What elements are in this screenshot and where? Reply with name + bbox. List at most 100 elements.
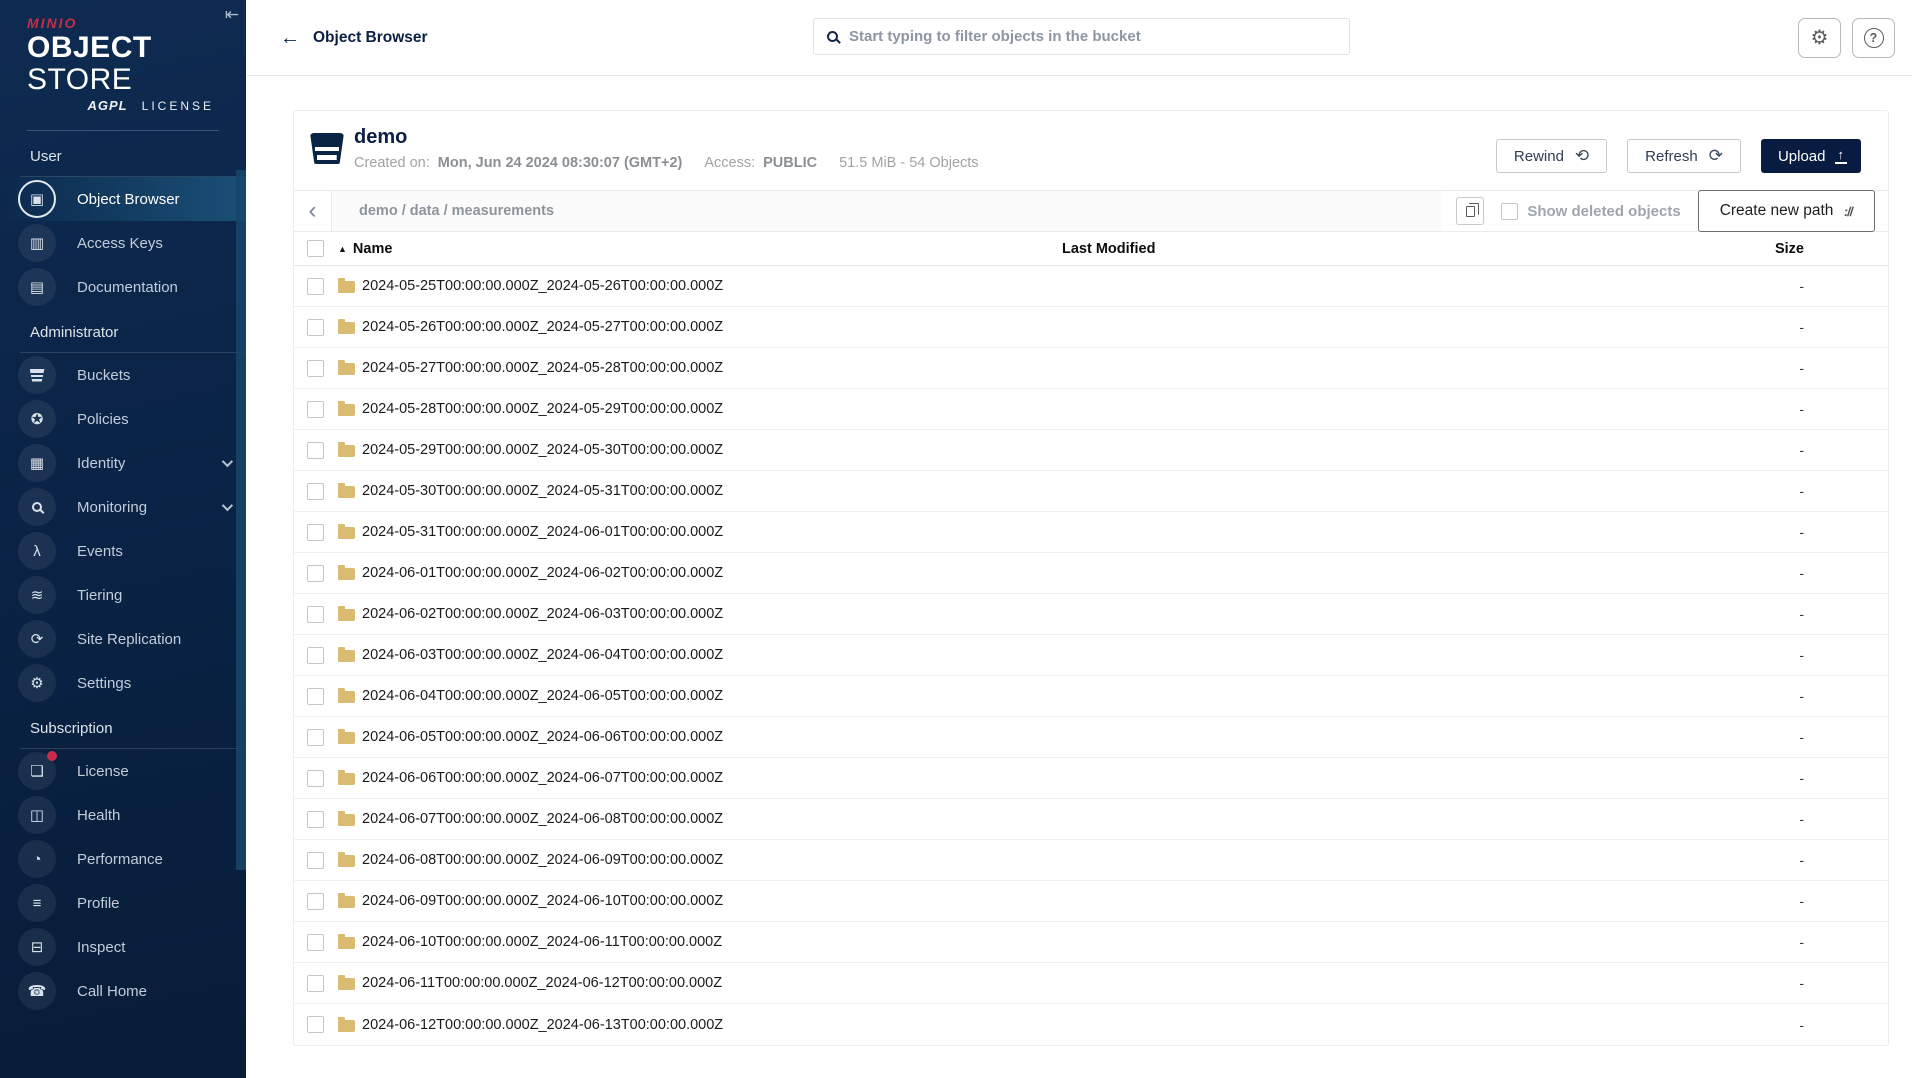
object-name[interactable]: 2024-06-11T00:00:00.000Z_2024-06-12T00:0… [362, 975, 722, 991]
create-new-path-button[interactable]: Create new path:// [1697, 190, 1875, 232]
table-row[interactable]: 2024-06-04T00:00:00.000Z_2024-06-05T00:0… [294, 676, 1888, 717]
row-name-cell: 2024-05-28T00:00:00.000Z_2024-05-29T00:0… [338, 401, 1062, 417]
collapse-sidebar-icon[interactable]: ⇤ [225, 5, 239, 25]
row-checkbox[interactable] [307, 359, 324, 377]
table-row[interactable]: 2024-06-06T00:00:00.000Z_2024-06-07T00:0… [294, 758, 1888, 799]
row-checkbox[interactable] [307, 851, 324, 869]
row-checkbox[interactable] [307, 523, 324, 541]
row-checkbox[interactable] [307, 933, 324, 951]
license-icon: ❏ [18, 751, 57, 790]
table-row[interactable]: 2024-05-28T00:00:00.000Z_2024-05-29T00:0… [294, 389, 1888, 430]
sidebar-item-policies[interactable]: ✪ Policies [0, 397, 246, 441]
object-name[interactable]: 2024-05-31T00:00:00.000Z_2024-06-01T00:0… [362, 524, 723, 540]
table-row[interactable]: 2024-05-31T00:00:00.000Z_2024-06-01T00:0… [294, 512, 1888, 553]
copy-path-button[interactable] [1456, 197, 1485, 225]
table-row[interactable]: 2024-06-05T00:00:00.000Z_2024-06-06T00:0… [294, 717, 1888, 758]
object-name[interactable]: 2024-06-09T00:00:00.000Z_2024-06-10T00:0… [362, 893, 723, 909]
table-row[interactable]: 2024-06-01T00:00:00.000Z_2024-06-02T00:0… [294, 553, 1888, 594]
object-name[interactable]: 2024-06-03T00:00:00.000Z_2024-06-04T00:0… [362, 647, 723, 663]
sidebar-item-performance[interactable]: ◔ Performance [0, 837, 246, 881]
search-input[interactable] [849, 28, 1336, 45]
sidebar-item-documentation[interactable]: ▤ Documentation [0, 265, 246, 309]
sidebar-item-site-replication[interactable]: ⟳ Site Replication [0, 617, 246, 661]
table-row[interactable]: 2024-06-03T00:00:00.000Z_2024-06-04T00:0… [294, 635, 1888, 676]
table-row[interactable]: 2024-06-08T00:00:00.000Z_2024-06-09T00:0… [294, 840, 1888, 881]
show-deleted-toggle: Show deleted objects [1501, 202, 1681, 220]
help-button[interactable]: ? [1852, 17, 1895, 58]
table-row[interactable]: 2024-05-26T00:00:00.000Z_2024-05-27T00:0… [294, 307, 1888, 348]
sidebar-item-buckets[interactable]: Buckets [0, 353, 246, 397]
table-row[interactable]: 2024-05-25T00:00:00.000Z_2024-05-26T00:0… [294, 266, 1888, 307]
breadcrumb[interactable]: demo / data / measurements [332, 191, 1443, 231]
table-row[interactable]: 2024-05-30T00:00:00.000Z_2024-05-31T00:0… [294, 471, 1888, 512]
table-row[interactable]: 2024-05-27T00:00:00.000Z_2024-05-28T00:0… [294, 348, 1888, 389]
product-name-light: STORE [27, 62, 133, 96]
sidebar-item-license[interactable]: ❏ License [0, 749, 246, 793]
row-size: - [1799, 770, 1804, 786]
row-checkbox[interactable] [307, 728, 324, 746]
back-arrow-icon[interactable]: ← [280, 28, 300, 48]
sidebar-item-events[interactable]: λ Events [0, 529, 246, 573]
row-checkbox[interactable] [307, 441, 324, 459]
show-deleted-checkbox[interactable] [1501, 202, 1519, 220]
object-name[interactable]: 2024-05-28T00:00:00.000Z_2024-05-29T00:0… [362, 401, 723, 417]
sidebar-item-health[interactable]: ◫ Health [0, 793, 246, 837]
table-row[interactable]: 2024-06-07T00:00:00.000Z_2024-06-08T00:0… [294, 799, 1888, 840]
table-row[interactable]: 2024-06-09T00:00:00.000Z_2024-06-10T00:0… [294, 881, 1888, 922]
object-name[interactable]: 2024-06-01T00:00:00.000Z_2024-06-02T00:0… [362, 565, 723, 581]
object-name[interactable]: 2024-05-29T00:00:00.000Z_2024-05-30T00:0… [362, 442, 723, 458]
table-row[interactable]: 2024-06-12T00:00:00.000Z_2024-06-13T00:0… [294, 1004, 1888, 1045]
sidebar-item-access-keys[interactable]: ▥ Access Keys [0, 221, 246, 265]
table-row[interactable]: 2024-06-11T00:00:00.000Z_2024-06-12T00:0… [294, 963, 1888, 1004]
row-checkbox[interactable] [307, 318, 324, 336]
settings-button[interactable]: ⚙ [1798, 17, 1841, 58]
bucket-shape [29, 368, 45, 382]
object-name[interactable]: 2024-05-26T00:00:00.000Z_2024-05-27T00:0… [362, 319, 723, 335]
sidebar-item-object-browser[interactable]: ▣ Object Browser [0, 177, 246, 221]
row-checkbox[interactable] [307, 646, 324, 664]
row-name-cell: 2024-05-30T00:00:00.000Z_2024-05-31T00:0… [338, 483, 1062, 499]
object-name[interactable]: 2024-05-25T00:00:00.000Z_2024-05-26T00:0… [362, 278, 723, 294]
object-name[interactable]: 2024-06-08T00:00:00.000Z_2024-06-09T00:0… [362, 852, 723, 868]
row-checkbox[interactable] [307, 277, 324, 295]
row-checkbox[interactable] [307, 400, 324, 418]
sidebar-item-profile[interactable]: ≡ Profile [0, 881, 246, 925]
table-row[interactable]: 2024-06-02T00:00:00.000Z_2024-06-03T00:0… [294, 594, 1888, 635]
path-back-chevron[interactable]: ‹ [294, 191, 332, 231]
row-checkbox[interactable] [307, 687, 324, 705]
sidebar-item-identity[interactable]: ▦ Identity [0, 441, 246, 485]
object-name[interactable]: 2024-06-10T00:00:00.000Z_2024-06-11T00:0… [362, 934, 722, 950]
object-name[interactable]: 2024-06-07T00:00:00.000Z_2024-06-08T00:0… [362, 811, 723, 827]
row-checkbox[interactable] [307, 482, 324, 500]
sidebar-scrollbar[interactable] [236, 170, 246, 870]
object-name[interactable]: 2024-06-05T00:00:00.000Z_2024-06-06T00:0… [362, 729, 723, 745]
table-row[interactable]: 2024-06-10T00:00:00.000Z_2024-06-11T00:0… [294, 922, 1888, 963]
sidebar-item-label: Profile [77, 894, 120, 912]
row-checkbox[interactable] [307, 1016, 324, 1033]
row-checkbox[interactable] [307, 564, 324, 582]
sidebar-item-call-home[interactable]: ☎ Call Home [0, 969, 246, 1013]
object-name[interactable]: 2024-06-12T00:00:00.000Z_2024-06-13T00:0… [362, 1017, 723, 1033]
row-name-cell: 2024-06-04T00:00:00.000Z_2024-06-05T00:0… [338, 688, 1062, 704]
row-checkbox[interactable] [307, 810, 324, 828]
object-name[interactable]: 2024-05-27T00:00:00.000Z_2024-05-28T00:0… [362, 360, 723, 376]
row-checkbox[interactable] [307, 974, 324, 992]
row-checkbox[interactable] [307, 892, 324, 910]
object-name[interactable]: 2024-06-04T00:00:00.000Z_2024-06-05T00:0… [362, 688, 723, 704]
refresh-button[interactable]: Refresh ⟳ [1627, 139, 1741, 173]
header-name[interactable]: ▲ Name [338, 241, 1062, 257]
rewind-button[interactable]: Rewind ⟲ [1495, 139, 1608, 173]
object-name[interactable]: 2024-06-02T00:00:00.000Z_2024-06-03T00:0… [362, 606, 723, 622]
row-size: - [1799, 483, 1804, 499]
sidebar-item-inspect[interactable]: ⊟ Inspect [0, 925, 246, 969]
object-name[interactable]: 2024-05-30T00:00:00.000Z_2024-05-31T00:0… [362, 483, 723, 499]
sidebar-item-monitoring[interactable]: Monitoring [0, 485, 246, 529]
select-all-checkbox[interactable] [307, 240, 324, 257]
upload-button[interactable]: Upload ↑ [1760, 139, 1861, 173]
sidebar-item-settings[interactable]: ⚙ Settings [0, 661, 246, 705]
row-checkbox[interactable] [307, 769, 324, 787]
sidebar-item-tiering[interactable]: ≋ Tiering [0, 573, 246, 617]
object-name[interactable]: 2024-06-06T00:00:00.000Z_2024-06-07T00:0… [362, 770, 723, 786]
row-checkbox[interactable] [307, 605, 324, 623]
table-row[interactable]: 2024-05-29T00:00:00.000Z_2024-05-30T00:0… [294, 430, 1888, 471]
